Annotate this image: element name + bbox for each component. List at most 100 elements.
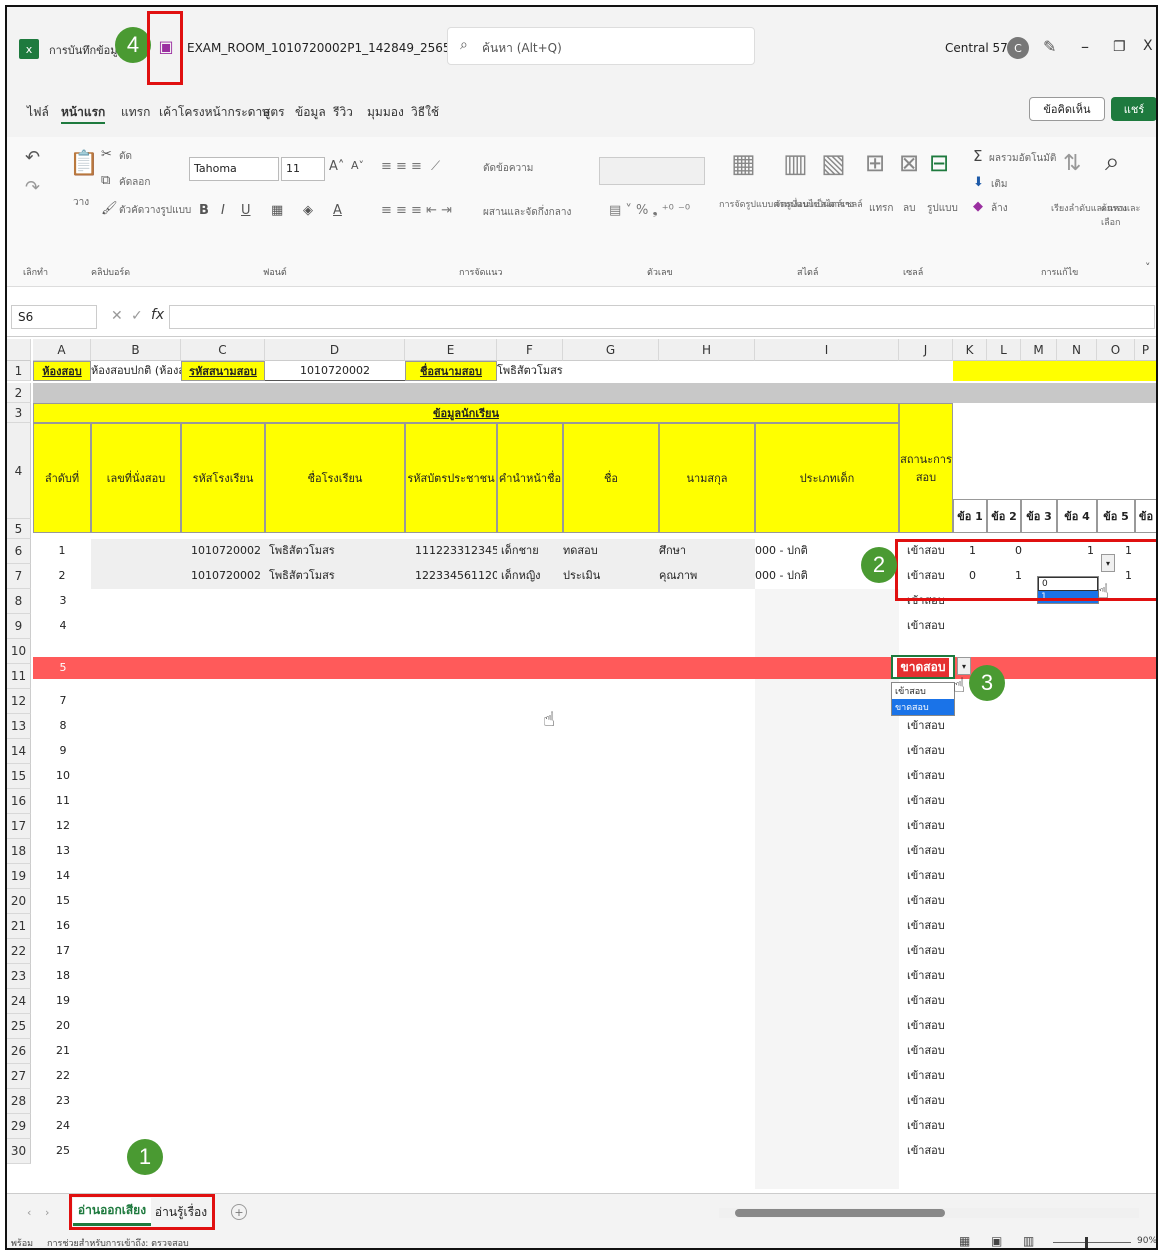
row-sequence[interactable]: 18 (33, 966, 93, 986)
orientation-icon[interactable]: ⟋ (431, 159, 440, 174)
row-header[interactable]: 24 (7, 989, 31, 1014)
row-status[interactable]: เข้าสอบ (907, 1091, 955, 1111)
row-header[interactable]: 3 (7, 403, 31, 423)
italic-icon[interactable]: I (221, 203, 225, 218)
row-status[interactable]: เข้าสอบ (907, 966, 955, 986)
page-break-icon[interactable]: ▥ (1023, 1234, 1034, 1248)
tab-view[interactable]: มุมมอง (367, 103, 404, 122)
student-cell-surname[interactable]: ศึกษา (659, 541, 749, 561)
format-painter-icon[interactable]: 🖌 (101, 201, 118, 216)
row-sequence[interactable]: 10 (33, 766, 93, 786)
student-cell-id[interactable]: 1223345611203 (415, 566, 497, 586)
row-header[interactable]: 26 (7, 1039, 31, 1064)
column-header-o[interactable]: O (1097, 339, 1135, 361)
formula-input[interactable] (169, 305, 1155, 329)
row-status[interactable]: เข้าสอบ (907, 991, 955, 1011)
row-header[interactable]: 14 (7, 739, 31, 764)
room-label-cell[interactable]: ห้องสอบ (33, 361, 91, 381)
cut-icon[interactable]: ✂ (101, 147, 112, 162)
status-option-present[interactable]: เข้าสอบ (892, 683, 954, 699)
autosum-label[interactable]: ผลรวมอัตโนมัติ (989, 151, 1056, 166)
tab-review[interactable]: รีวิว (333, 103, 353, 122)
column-header-g[interactable]: G (563, 339, 659, 361)
row-status[interactable]: เข้าสอบ (907, 916, 955, 936)
row-sequence[interactable]: 22 (33, 1066, 93, 1086)
column-header-a[interactable]: A (33, 339, 91, 361)
row-header[interactable]: 10 (7, 639, 31, 664)
column-header-c[interactable]: C (181, 339, 265, 361)
column-header-d[interactable]: D (265, 339, 405, 361)
copy-label[interactable]: คัดลอก (119, 175, 150, 190)
close-icon[interactable]: X (1143, 38, 1153, 54)
absent-status-cell[interactable]: ขาดสอบ (891, 655, 955, 679)
insert-cells-icon[interactable]: ⊞ (865, 149, 885, 177)
row-header[interactable]: 16 (7, 789, 31, 814)
select-all-corner[interactable] (7, 339, 31, 361)
tab-formulas[interactable]: สูตร (263, 103, 285, 122)
row-status[interactable]: เข้าสอบ (907, 1041, 955, 1061)
student-cell-id[interactable]: 1112233123456 (415, 541, 497, 561)
next-sheet-icon[interactable]: › (45, 1206, 49, 1219)
row-sequence[interactable]: 19 (33, 991, 93, 1011)
student-cell-school_code[interactable]: 1010720002 (191, 541, 261, 561)
column-header-m[interactable]: M (1021, 339, 1057, 361)
row-status[interactable]: เข้าสอบ (907, 1141, 955, 1161)
row-sequence[interactable]: 16 (33, 916, 93, 936)
row-sequence[interactable]: 20 (33, 1016, 93, 1036)
tab-file[interactable]: ไฟล์ (27, 103, 49, 122)
zoom-slider[interactable] (1053, 1242, 1131, 1243)
normal-view-icon[interactable]: ▦ (959, 1234, 970, 1248)
autosum-icon[interactable]: Σ (973, 147, 982, 165)
column-header-l[interactable]: L (987, 339, 1021, 361)
row-header[interactable]: 25 (7, 1014, 31, 1039)
row-header[interactable]: 13 (7, 714, 31, 739)
row-sequence[interactable]: 7 (33, 691, 93, 711)
cut-label[interactable]: ตัด (119, 149, 132, 164)
zoom-level[interactable]: 90% (1137, 1236, 1156, 1246)
fill-icon[interactable]: ⬇ (973, 175, 984, 190)
row-sequence[interactable]: 17 (33, 941, 93, 961)
account-name[interactable]: Central 570 (945, 41, 1015, 55)
cell-styles-icon[interactable]: ▧ (821, 149, 846, 179)
column-header-k[interactable]: K (953, 339, 987, 361)
column-header-h[interactable]: H (659, 339, 755, 361)
fx-icon[interactable]: fx (151, 307, 164, 323)
status-option-absent[interactable]: ขาดสอบ (892, 699, 954, 715)
delete-cells-label[interactable]: ลบ (903, 201, 915, 216)
insert-cells-label[interactable]: แทรก (869, 201, 893, 216)
row-status[interactable]: เข้าสอบ (907, 616, 955, 636)
avatar[interactable]: C (1007, 37, 1029, 59)
row-header[interactable]: 28 (7, 1089, 31, 1114)
absent-row-number[interactable]: 5 (33, 658, 93, 678)
redo-icon[interactable]: ↷ (25, 177, 40, 198)
row-sequence[interactable]: 3 (33, 591, 93, 611)
tab-data[interactable]: ข้อมูล (295, 103, 326, 122)
column-header-f[interactable]: F (497, 339, 563, 361)
row-sequence[interactable]: 9 (33, 741, 93, 761)
row-status[interactable]: เข้าสอบ (907, 891, 955, 911)
align-top-icon[interactable]: ≡ ≡ ≡ (381, 159, 422, 174)
row-header[interactable]: 18 (7, 839, 31, 864)
cond-format-icon[interactable]: ▦ (731, 149, 756, 179)
fill-label[interactable]: เติม (991, 177, 1008, 192)
row-header[interactable]: 1 (7, 361, 31, 381)
clear-icon[interactable]: ◆ (973, 199, 983, 214)
row-header[interactable]: 9 (7, 614, 31, 639)
wrap-text-label[interactable]: ตัดข้อความ (483, 161, 533, 176)
student-cell-name[interactable]: ทดสอบ (563, 541, 653, 561)
shrink-font-icon[interactable]: A˅ (351, 159, 364, 172)
underline-icon[interactable]: U (241, 203, 251, 218)
row-header[interactable]: 4 (7, 423, 31, 519)
row-sequence[interactable]: 21 (33, 1041, 93, 1061)
row-status[interactable]: เข้าสอบ (907, 941, 955, 961)
row-status[interactable]: เข้าสอบ (907, 1116, 955, 1136)
cancel-icon[interactable]: ✕ (111, 308, 123, 324)
row-header[interactable]: 23 (7, 964, 31, 989)
row-header[interactable]: 27 (7, 1064, 31, 1089)
delete-cells-icon[interactable]: ⊠ (899, 149, 919, 177)
pen-icon[interactable]: ✎ (1043, 37, 1056, 56)
site-value-cell[interactable]: โพธิสัตวโมสร (497, 361, 617, 381)
row-header[interactable]: 22 (7, 939, 31, 964)
fill-color-icon[interactable]: ◈ (303, 203, 313, 218)
borders-icon[interactable]: ▦ (271, 203, 283, 218)
